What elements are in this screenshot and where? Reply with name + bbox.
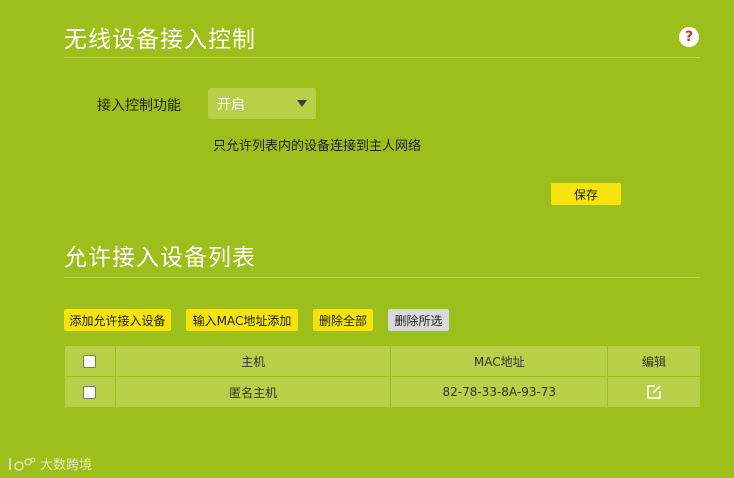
row-mac: 82-78-33-8A-93-73: [390, 376, 609, 408]
allowed-devices-table: 主机 MAC地址 编辑 匿名主机 82-78-33-8A-93-73: [64, 345, 701, 408]
add-by-mac-button[interactable]: 输入MAC地址添加: [186, 309, 298, 331]
column-header-edit: 编辑: [607, 345, 701, 377]
watermark: 大数跨境: [8, 454, 92, 473]
add-allowed-device-button[interactable]: 添加允许接入设备: [64, 309, 171, 331]
row-checkbox[interactable]: [83, 386, 97, 399]
allow-list-title: 允许接入设备列表: [64, 245, 256, 271]
delete-selected-button[interactable]: 删除所选: [388, 309, 449, 331]
access-control-hint: 只允许列表内的设备连接到主人网络: [213, 139, 422, 154]
watermark-text: 大数跨境: [40, 458, 93, 473]
edit-icon[interactable]: [646, 384, 662, 400]
select-all-checkbox[interactable]: [83, 355, 97, 368]
watermark-logo-icon: [9, 457, 36, 471]
select-all-cell: [64, 345, 116, 377]
chevron-down-icon: [297, 100, 307, 107]
title-divider: [64, 57, 700, 58]
access-control-function-label: 接入控制功能: [97, 98, 181, 114]
table-row: 匿名主机 82-78-33-8A-93-73: [64, 376, 701, 408]
access-control-function-value: 开启: [217, 96, 245, 113]
row-host: 匿名主机: [114, 376, 392, 408]
column-header-mac: MAC地址: [390, 345, 609, 377]
access-control-function-select[interactable]: 开启: [208, 88, 316, 119]
row-select-cell: [64, 376, 116, 408]
help-icon[interactable]: ?: [679, 27, 699, 47]
access-control-title: 无线设备接入控制: [64, 27, 256, 53]
table-header-row: 主机 MAC地址 编辑: [64, 345, 701, 377]
list-divider: [64, 277, 700, 278]
save-button[interactable]: 保存: [551, 183, 621, 205]
wireless-access-control-page: 无线设备接入控制 ? 接入控制功能 开启 只允许列表内的设备连接到主人网络 保存…: [0, 0, 734, 478]
column-header-host: 主机: [114, 345, 392, 377]
row-edit-cell: [607, 376, 701, 408]
delete-all-button[interactable]: 删除全部: [313, 309, 373, 331]
